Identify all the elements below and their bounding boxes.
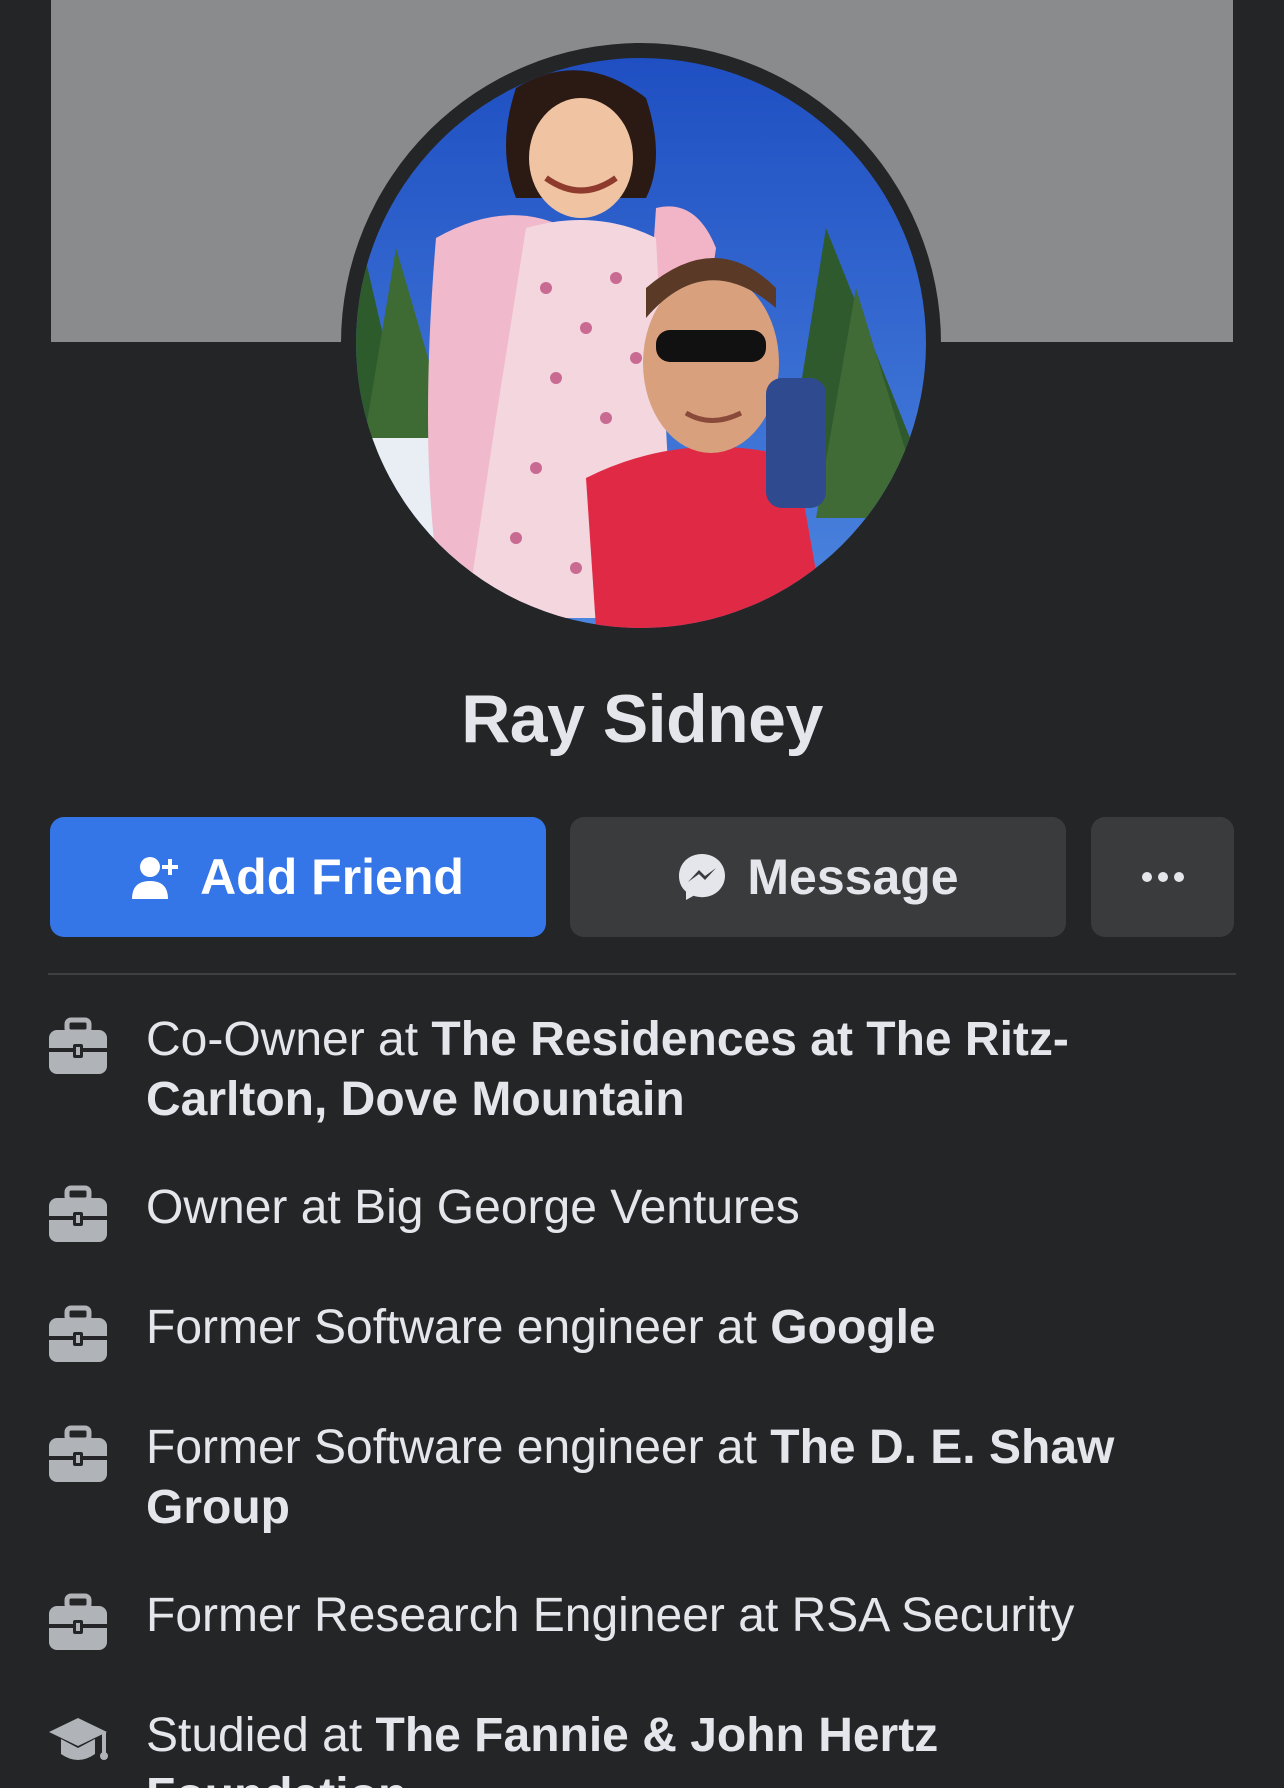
messenger-icon [677, 852, 727, 902]
briefcase-icon [47, 1592, 109, 1654]
briefcase-icon [47, 1184, 109, 1246]
add-friend-button[interactable]: Add Friend [50, 817, 546, 937]
intro-text: Former Software engineer at Google [146, 1298, 1196, 1358]
add-friend-label: Add Friend [200, 849, 464, 905]
briefcase-icon [47, 1424, 109, 1486]
more-options-icon [1141, 871, 1185, 883]
intro-text: Co-Owner at The Residences at The Ritz-C… [146, 1010, 1196, 1130]
profile-photo-image [356, 58, 926, 628]
intro-place-link[interactable]: Google [770, 1301, 935, 1354]
intro-prefix: Co-Owner at [146, 1013, 432, 1066]
intro-prefix: Former Research Engineer at RSA Security [146, 1589, 1075, 1642]
profile-picture-frame [341, 43, 941, 643]
intro-prefix: Former Software engineer at [146, 1301, 771, 1354]
message-label: Message [747, 849, 959, 905]
intro-prefix: Former Software engineer at [146, 1421, 771, 1474]
intro-text: Studied at The Fannie & John Hertz Found… [146, 1706, 1196, 1788]
section-divider [48, 973, 1236, 975]
intro-prefix: Studied at [146, 1709, 376, 1762]
intro-text: Owner at Big George Ventures [146, 1178, 1196, 1238]
message-button[interactable]: Message [570, 817, 1066, 937]
briefcase-icon [47, 1304, 109, 1366]
briefcase-icon [47, 1016, 109, 1078]
profile-page: Ray Sidney Add Friend Message Co-Owner a… [0, 0, 1284, 1788]
intro-text: Former Software engineer at The D. E. Sh… [146, 1418, 1196, 1538]
intro-prefix: Owner at Big George Ventures [146, 1181, 800, 1234]
more-options-button[interactable] [1091, 817, 1234, 937]
graduation-cap-icon [47, 1712, 109, 1774]
profile-name: Ray Sidney [461, 681, 823, 757]
add-friend-icon [132, 853, 180, 901]
profile-picture[interactable] [356, 58, 926, 628]
intro-text: Former Research Engineer at RSA Security [146, 1586, 1196, 1646]
